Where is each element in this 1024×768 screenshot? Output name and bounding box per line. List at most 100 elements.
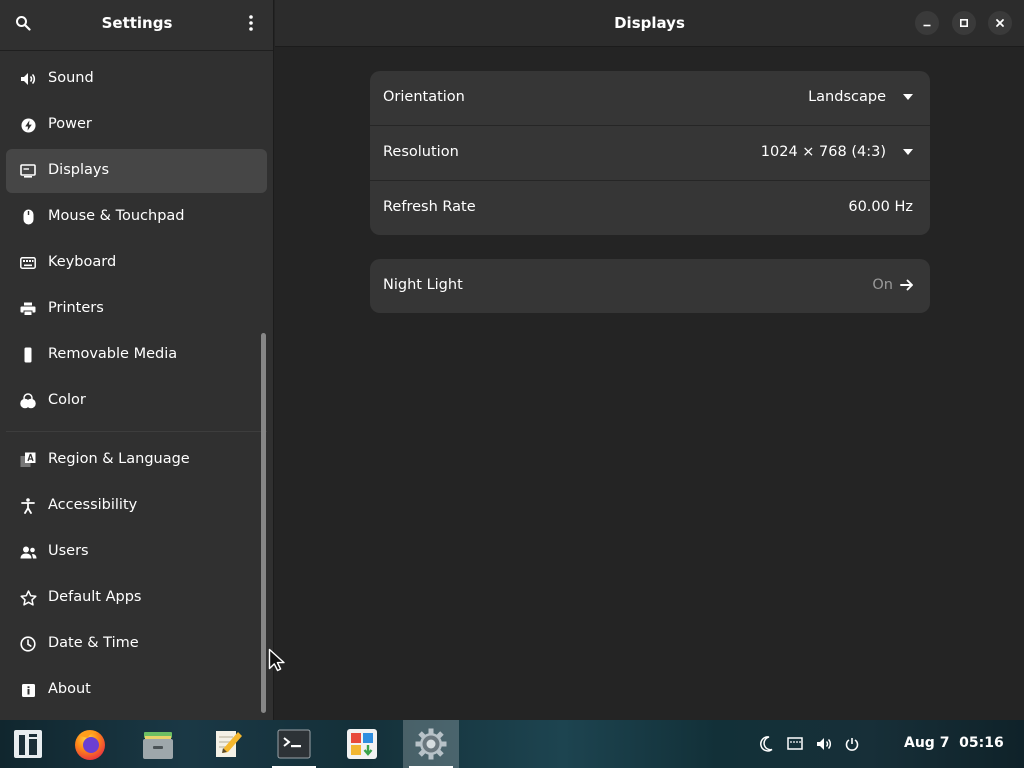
sidebar-group-divider: [6, 431, 267, 432]
display-icon: [19, 163, 37, 179]
users-icon: [19, 544, 37, 560]
network-button[interactable]: [786, 735, 804, 753]
info-icon: [19, 682, 37, 698]
sidebar: Settings Sound Power Displays Mouse & To…: [0, 0, 274, 720]
page-title: Displays: [614, 14, 685, 32]
refresh-rate-label: Refresh Rate: [383, 199, 476, 215]
resolution-row[interactable]: Resolution 1024 × 768 (4:3): [370, 126, 930, 180]
sidebar-item-about[interactable]: About: [6, 668, 267, 712]
night-light-row[interactable]: Night Light On: [370, 259, 930, 313]
orientation-label: Orientation: [383, 89, 465, 105]
accessibility-icon: [19, 498, 37, 514]
terminal-button[interactable]: [266, 720, 322, 768]
resolution-value[interactable]: 1024 × 768 (4:3): [761, 144, 886, 160]
mouse-icon: [19, 209, 37, 225]
night-light-label: Night Light: [383, 277, 463, 293]
sidebar-item-keyboard[interactable]: Keyboard: [6, 241, 267, 285]
resolution-label: Resolution: [383, 144, 459, 160]
mouse-cursor-icon: [268, 648, 285, 672]
system-power-button[interactable]: [843, 735, 861, 753]
sidebar-item-label: Color: [48, 392, 86, 408]
minimize-button[interactable]: [915, 11, 939, 35]
settings-window: Settings Sound Power Displays Mouse & To…: [0, 0, 1024, 720]
sidebar-item-displays[interactable]: Displays: [6, 149, 267, 193]
region-language-icon: [19, 452, 37, 468]
volume-icon: [816, 738, 831, 750]
sidebar-item-label: Default Apps: [48, 589, 142, 605]
software-store-button[interactable]: [334, 720, 390, 768]
close-icon: [996, 19, 1004, 27]
settings-gear-icon: [415, 728, 447, 760]
sidebar-item-label: Mouse & Touchpad: [48, 208, 185, 224]
maximize-icon: [959, 18, 969, 28]
sidebar-item-power[interactable]: Power: [6, 103, 267, 147]
refresh-rate-value: 60.00 Hz: [848, 199, 913, 215]
sidebar-item-label: Printers: [48, 300, 104, 316]
firefox-button[interactable]: [62, 720, 118, 768]
dropdown-caret-icon[interactable]: [903, 149, 913, 155]
usb-drive-icon: [19, 347, 37, 363]
zorin-logo-icon: [14, 730, 42, 758]
printer-icon: [19, 301, 37, 317]
terminal-icon: [277, 729, 311, 759]
power-bolt-icon: [19, 117, 37, 133]
settings-taskbar-button[interactable]: [403, 720, 459, 768]
sidebar-item-label: Users: [48, 543, 89, 559]
sidebar-item-label: Displays: [48, 162, 110, 178]
sidebar-item-sound[interactable]: Sound: [6, 57, 267, 101]
content-header: Displays: [275, 0, 1024, 47]
firefox-icon: [75, 730, 105, 760]
clock-icon: [19, 636, 37, 652]
maximize-button[interactable]: [952, 11, 976, 35]
sidebar-item-mouse-touchpad[interactable]: Mouse & Touchpad: [6, 195, 267, 239]
app-launcher-button[interactable]: [0, 720, 56, 768]
night-mode-button[interactable]: [757, 735, 775, 753]
power-icon: [845, 738, 859, 751]
sidebar-item-users[interactable]: Users: [6, 530, 267, 574]
close-button[interactable]: [988, 11, 1012, 35]
sidebar-item-label: Sound: [48, 70, 94, 86]
files-button[interactable]: [130, 720, 186, 768]
sidebar-item-label: Date & Time: [48, 635, 139, 651]
taskbar: Aug 7 05:16: [0, 720, 1024, 768]
sidebar-item-accessibility[interactable]: Accessibility: [6, 484, 267, 528]
network-icon: [787, 737, 803, 750]
dropdown-caret-icon[interactable]: [903, 94, 913, 100]
night-mode-icon: [760, 736, 773, 752]
text-editor-button[interactable]: [200, 720, 256, 768]
sidebar-item-printers[interactable]: Printers: [6, 287, 267, 331]
taskbar-clock[interactable]: Aug 7 05:16: [904, 735, 1004, 751]
orientation-row[interactable]: Orientation Landscape: [370, 71, 930, 125]
sidebar-scrollbar-thumb[interactable]: [261, 333, 266, 713]
sidebar-item-label: Region & Language: [48, 451, 190, 467]
sidebar-item-label: Accessibility: [48, 497, 138, 513]
volume-button[interactable]: [815, 735, 833, 753]
sidebar-header: Settings: [0, 0, 274, 47]
night-light-status: On: [872, 277, 893, 293]
content-pane: Displays Orientation Landscape Resolutio…: [275, 0, 1024, 720]
main-menu-button[interactable]: [238, 10, 264, 36]
sidebar-item-label: Removable Media: [48, 346, 178, 362]
software-store-icon: [347, 729, 377, 759]
arrow-right-icon[interactable]: [899, 277, 915, 293]
sidebar-item-label: About: [48, 681, 91, 697]
sidebar-item-default-apps[interactable]: Default Apps: [6, 576, 267, 620]
star-icon: [19, 590, 37, 606]
sidebar-item-label: Power: [48, 116, 92, 132]
sidebar-title: Settings: [101, 14, 173, 32]
file-cabinet-icon: [143, 732, 173, 759]
minimize-icon: [923, 24, 931, 27]
keyboard-icon: [19, 255, 37, 271]
sidebar-item-date-time[interactable]: Date & Time: [6, 622, 267, 666]
kebab-menu-icon: [249, 15, 253, 31]
sidebar-item-color[interactable]: Color: [6, 379, 267, 423]
sidebar-header-divider: [0, 50, 273, 51]
color-circles-icon: [19, 393, 37, 409]
sidebar-item-removable-media[interactable]: Removable Media: [6, 333, 267, 377]
night-light-card[interactable]: Night Light On: [370, 259, 930, 313]
refresh-rate-row: Refresh Rate 60.00 Hz: [370, 181, 930, 235]
display-settings-card: Orientation Landscape Resolution 1024 × …: [370, 71, 930, 235]
speaker-icon: [19, 71, 37, 87]
sidebar-item-region-language[interactable]: Region & Language: [6, 438, 267, 482]
orientation-value[interactable]: Landscape: [808, 89, 886, 105]
